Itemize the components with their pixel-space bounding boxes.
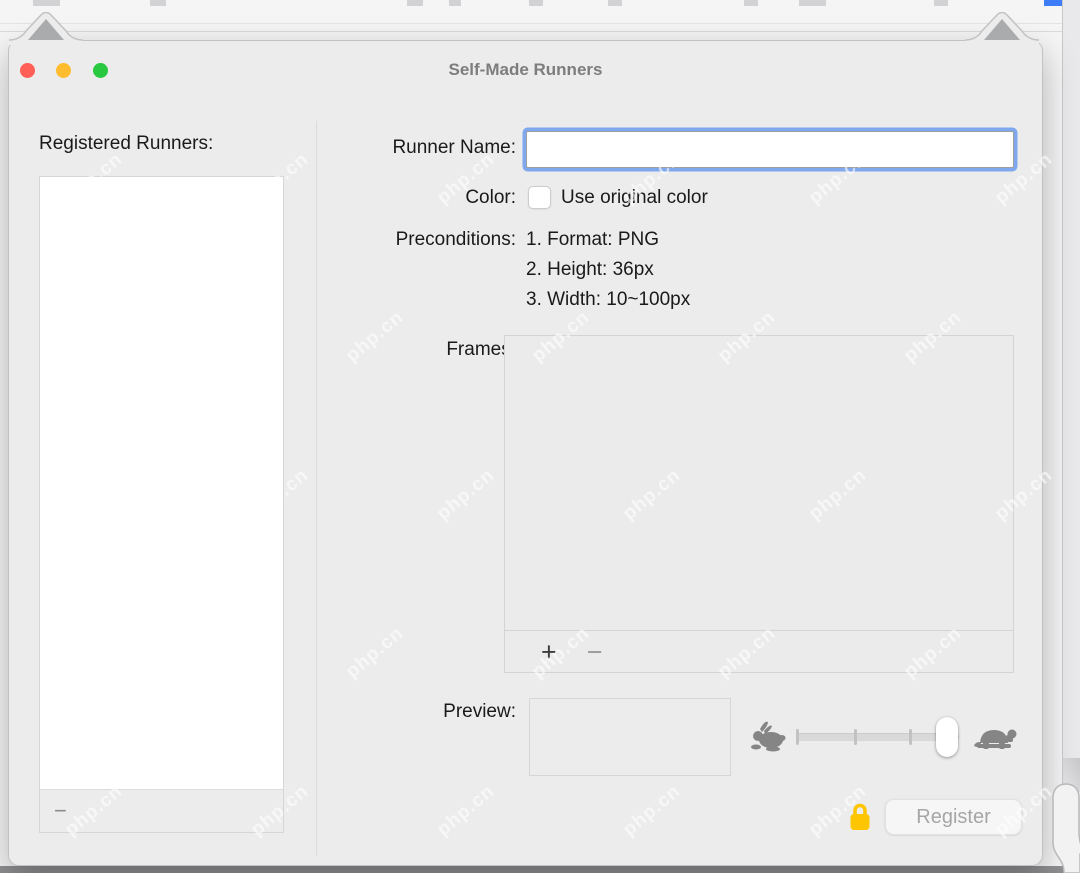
rabbit-icon — [749, 721, 789, 760]
popover-arrow-left — [9, 12, 83, 45]
add-frame-button[interactable]: + — [541, 640, 557, 664]
slider-tick — [796, 729, 799, 745]
slider-tick — [854, 729, 857, 745]
use-original-color-checkbox[interactable] — [528, 186, 551, 209]
precondition-item: 2. Height: 36px — [526, 259, 654, 289]
background-toolbar-fragment — [799, 0, 826, 6]
background-toolbar-fragment — [33, 0, 60, 6]
background-toolbar-fragment — [449, 0, 461, 6]
preconditions-label: Preconditions: — [109, 229, 516, 251]
popover-arrow-right — [965, 12, 1039, 45]
background-toolbar-fragment — [407, 0, 423, 6]
frames-label: Frames: — [109, 339, 516, 361]
window-title: Self-Made Runners — [9, 60, 1042, 80]
frames-footer: + − — [505, 630, 1013, 672]
remove-runner-button[interactable]: − — [54, 801, 67, 821]
precondition-item: 3. Width: 10~100px — [526, 289, 690, 319]
use-original-color-label: Use original color — [561, 187, 708, 209]
background-toolbar-fragment — [150, 0, 166, 6]
runner-name-input[interactable] — [526, 131, 1014, 168]
background-toolbar-fragment — [608, 0, 622, 6]
precondition-item: 1. Format: PNG — [526, 229, 659, 259]
background-window-edge — [0, 31, 1080, 32]
screenshot-bottom-edge — [0, 866, 1080, 873]
speed-slider-thumb[interactable] — [936, 717, 958, 757]
frames-items[interactable] — [505, 336, 1013, 631]
runner-name-label: Runner Name: — [109, 137, 516, 159]
self-made-runners-popover: Self-Made Runners Registered Runners: − … — [8, 40, 1043, 866]
runner-list-items[interactable] — [40, 177, 283, 789]
color-label: Color: — [109, 187, 516, 209]
register-button[interactable]: Register — [885, 799, 1022, 835]
speed-slider-track[interactable] — [796, 733, 959, 741]
cutoff-popover-shape — [1040, 758, 1080, 873]
background-toolbar-fragment-blue — [1044, 0, 1062, 6]
runner-list-footer: − — [40, 789, 283, 832]
background-toolbar-fragment — [529, 0, 543, 6]
background-toolbar-fragment — [934, 0, 948, 6]
frames-list[interactable]: + − — [504, 335, 1014, 673]
turtle-icon — [973, 723, 1021, 760]
preview-area — [529, 698, 731, 776]
lock-closed-icon — [849, 802, 871, 832]
preview-label: Preview: — [109, 701, 516, 723]
slider-tick — [909, 729, 912, 745]
remove-frame-button[interactable]: − — [587, 641, 603, 663]
background-window-edge — [0, 23, 1080, 24]
background-toolbar-fragment — [744, 0, 758, 6]
background-right-edge — [1062, 0, 1080, 873]
registered-runners-list[interactable]: − — [39, 176, 284, 833]
